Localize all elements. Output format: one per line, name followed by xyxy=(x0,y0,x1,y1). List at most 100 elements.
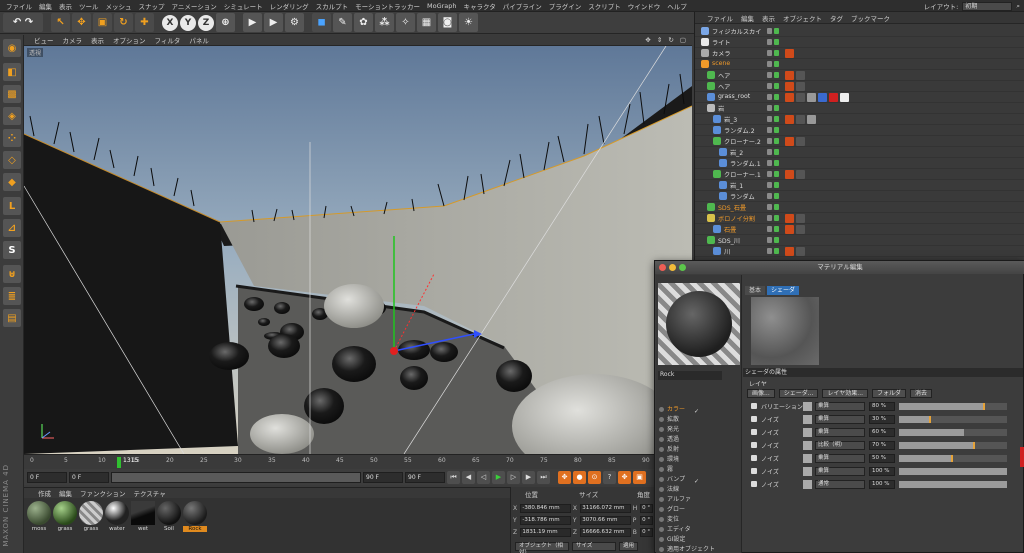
texture-mode-icon[interactable]: ▩ xyxy=(3,85,21,103)
rotate-icon[interactable]: ↻ xyxy=(114,13,133,32)
object-row[interactable]: クローナー.2 xyxy=(695,136,1024,147)
object-row[interactable]: ライト xyxy=(695,37,1024,48)
object-row[interactable]: 岩_1 xyxy=(695,180,1024,191)
material-swatch[interactable]: moss xyxy=(27,501,51,532)
pen-icon[interactable]: ✎ xyxy=(333,13,352,32)
visibility-flags[interactable] xyxy=(767,160,779,166)
delete-button[interactable]: 消去 xyxy=(910,389,933,398)
object-row[interactable]: grass_root xyxy=(695,92,1024,103)
menu-mograph[interactable]: MoGraph xyxy=(427,2,457,10)
menu-tools[interactable]: ツール xyxy=(79,1,99,11)
visibility-flags[interactable] xyxy=(767,28,779,34)
shader-layer-row[interactable]: ノイズ 通常 100 % xyxy=(749,479,1021,490)
visibility-flags[interactable] xyxy=(767,50,779,56)
layer-visibility-icon[interactable] xyxy=(751,403,757,409)
layer-opacity-field[interactable]: 100 % xyxy=(869,467,895,476)
om-menu-view[interactable]: 表示 xyxy=(762,13,775,23)
position-z-field[interactable]: 1831.19 mm xyxy=(520,527,571,537)
material-menu-edit[interactable]: 編集 xyxy=(59,488,72,498)
size-x-field[interactable]: 31166.072 mm xyxy=(580,503,631,513)
object-row[interactable]: カメラ xyxy=(695,48,1024,59)
layer-opacity-slider[interactable] xyxy=(899,442,1007,449)
layer-visibility-icon[interactable] xyxy=(751,481,757,487)
layer-visibility-icon[interactable] xyxy=(751,442,757,448)
next-frame-icon[interactable]: ▷ xyxy=(507,470,520,484)
add-icon[interactable]: ✚ xyxy=(135,13,154,32)
object-tags[interactable] xyxy=(785,137,805,146)
channel-item[interactable]: 法線 xyxy=(658,485,740,495)
layers-icon[interactable]: ≣ xyxy=(3,287,21,305)
channel-item[interactable]: 反射 xyxy=(658,445,740,455)
menu-animation[interactable]: アニメーション xyxy=(172,1,217,11)
object-row[interactable]: 川 xyxy=(695,246,1024,257)
play-icon[interactable]: ▶ xyxy=(492,470,505,484)
om-menu-tags[interactable]: タグ xyxy=(830,13,843,23)
material-menu-texture[interactable]: テクスチャ xyxy=(134,488,166,498)
min-frame-field[interactable]: 0 F xyxy=(69,471,109,483)
layer-opacity-field[interactable]: 70 % xyxy=(869,441,895,450)
layer-opacity-field[interactable]: 50 % xyxy=(869,454,895,463)
visibility-flags[interactable] xyxy=(767,61,779,67)
visibility-flags[interactable] xyxy=(767,105,779,111)
layer-opacity-slider[interactable] xyxy=(899,468,1007,475)
object-row[interactable]: SDS_川 xyxy=(695,235,1024,246)
shader-layer-row[interactable]: ノイズ 乗算 100 % xyxy=(749,466,1021,477)
menu-pipeline[interactable]: パイプライン xyxy=(503,1,542,11)
array-icon[interactable]: ⁂ xyxy=(375,13,394,32)
object-row[interactable]: フィジカルスカイ xyxy=(695,26,1024,37)
viewport-menu-panel[interactable]: パネル xyxy=(189,35,209,45)
visibility-flags[interactable] xyxy=(767,237,779,243)
object-tags[interactable] xyxy=(785,214,805,223)
3d-viewport[interactable]: 透視 xyxy=(24,46,692,454)
channel-item[interactable]: GI設定 xyxy=(658,535,740,545)
menu-character[interactable]: キャラクタ xyxy=(464,1,496,11)
y-axis-button[interactable]: Y xyxy=(180,14,196,31)
visibility-flags[interactable] xyxy=(767,72,779,78)
visibility-flags[interactable] xyxy=(767,248,779,254)
object-tags[interactable] xyxy=(785,49,794,58)
position-x-field[interactable]: -380.846 mm xyxy=(520,503,571,513)
object-row[interactable]: 岩_2 xyxy=(695,147,1024,158)
object-tags[interactable] xyxy=(785,71,805,80)
menu-simulate[interactable]: シミュレート xyxy=(224,1,263,11)
rotation-b-field[interactable]: 0 ° xyxy=(640,527,653,537)
keyframe-selection-icon[interactable]: ? xyxy=(603,470,616,484)
search-icon[interactable]: ⌕ xyxy=(1016,2,1020,11)
object-row[interactable]: 岩_3 xyxy=(695,114,1024,125)
move-icon[interactable]: ✥ xyxy=(72,13,91,32)
go-to-end-icon[interactable]: ⏭ xyxy=(537,470,550,484)
layer-opacity-slider[interactable] xyxy=(899,455,1007,462)
range-slider[interactable] xyxy=(111,471,361,483)
visibility-flags[interactable] xyxy=(767,39,779,45)
z-axis-button[interactable]: Z xyxy=(198,14,214,31)
visibility-flags[interactable] xyxy=(767,204,779,210)
layer-opacity-slider[interactable] xyxy=(899,481,1007,488)
layer-opacity-field[interactable]: 30 % xyxy=(869,415,895,424)
go-to-start-icon[interactable]: ⏮ xyxy=(447,470,460,484)
viewport-menu-display[interactable]: 表示 xyxy=(91,35,104,45)
end-frame-field[interactable]: 90 F xyxy=(405,471,445,483)
object-row[interactable]: scene xyxy=(695,59,1024,70)
channel-item[interactable]: 発光 xyxy=(658,425,740,435)
visibility-flags[interactable] xyxy=(767,182,779,188)
object-tags[interactable] xyxy=(785,115,816,124)
render-view-icon[interactable]: ▶ xyxy=(243,13,262,32)
object-row[interactable]: 岩 xyxy=(695,103,1024,114)
object-row[interactable]: ランダム.2 xyxy=(695,125,1024,136)
edges-mode-icon[interactable]: ◇ xyxy=(3,151,21,169)
layer-opacity-slider[interactable] xyxy=(899,416,1007,423)
material-swatch[interactable]: wet xyxy=(131,501,155,532)
position-y-field[interactable]: -318.786 mm xyxy=(520,515,571,525)
polygons-mode-icon[interactable]: ◆ xyxy=(3,173,21,191)
coords-mode-select[interactable]: オブジェクト（相対） xyxy=(515,542,569,553)
timeline-playhead[interactable] xyxy=(117,457,121,468)
scale-icon[interactable]: ▣ xyxy=(93,13,112,32)
folder-button[interactable]: フォルダ xyxy=(872,389,907,398)
shader-layer-row[interactable]: ノイズ 比較（明） 70 % xyxy=(749,440,1021,451)
material-name-field[interactable]: Rock xyxy=(658,371,722,380)
object-row[interactable]: SDS_石畳 xyxy=(695,202,1024,213)
channel-item[interactable]: カラー ✓ xyxy=(658,405,740,415)
timeline-ruler[interactable]: 0 5 10 15 20 25 30 35 40 45 50 55 60 65 70 75 80 85 90 131… xyxy=(24,454,654,469)
menu-render[interactable]: レンダリング xyxy=(270,1,309,11)
menu-view[interactable]: 表示 xyxy=(59,1,72,11)
